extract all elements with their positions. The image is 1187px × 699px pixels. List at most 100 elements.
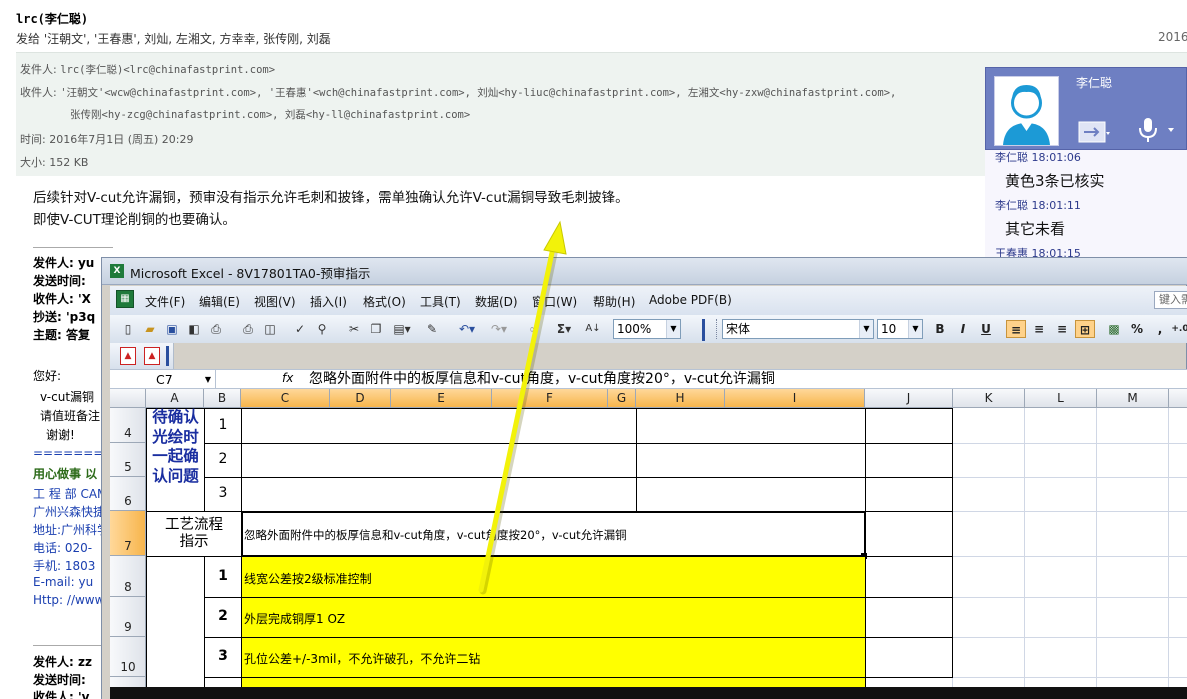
sig-line-7[interactable]: E-mail: yu: [33, 575, 93, 589]
to-value-2[interactable]: 张传刚<hy-zcg@chinafastprint.com>, 刘磊<hy-ll…: [70, 109, 470, 121]
column-header[interactable]: F: [492, 389, 608, 408]
pdf-email-icon[interactable]: ▲: [144, 347, 160, 365]
cell-j7[interactable]: [865, 511, 953, 557]
menu-data[interactable]: 数据(D): [475, 293, 518, 310]
menu-help[interactable]: 帮助(H): [593, 293, 635, 310]
from-value[interactable]: lrc(李仁聪)<lrc@chinafastprint.com>: [60, 64, 275, 76]
cell-j4[interactable]: [865, 408, 953, 444]
new-icon[interactable]: ▯: [120, 320, 136, 338]
column-header[interactable]: J: [865, 389, 953, 408]
menu-view[interactable]: 视图(V): [254, 293, 296, 310]
zoom-select[interactable]: 100% ▼: [613, 319, 681, 339]
row-header[interactable]: 6: [110, 477, 146, 511]
column-header[interactable]: E: [391, 389, 492, 408]
align-right-icon[interactable]: ≡: [1052, 320, 1072, 338]
menu-insert[interactable]: 插入(I): [310, 293, 347, 310]
autosum-icon[interactable]: Σ▾: [552, 320, 576, 338]
quoted-line-2: 请值班备注: [40, 409, 101, 423]
column-header[interactable]: B: [204, 389, 241, 408]
menu-edit[interactable]: 编辑(E): [199, 293, 240, 310]
cell-h4-merged[interactable]: [636, 408, 866, 444]
column-header[interactable]: M: [1097, 389, 1169, 408]
toolbar-options-icon[interactable]: [166, 346, 169, 366]
help-search-input[interactable]: 键入需: [1154, 291, 1187, 309]
menu-window[interactable]: 窗口(W): [532, 293, 577, 310]
row-header[interactable]: 4: [110, 408, 146, 443]
underline-button[interactable]: U: [976, 320, 996, 338]
menu-tools[interactable]: 工具(T): [420, 293, 461, 310]
worksheet-grid[interactable]: A B C D E F G H I J K L M 4 5 6 7 8 9 10: [110, 389, 1187, 699]
row-header-selected[interactable]: 7: [110, 511, 146, 556]
align-left-icon[interactable]: ≡: [1006, 320, 1026, 338]
cell-c6-merged[interactable]: [241, 477, 637, 512]
open-folder-icon[interactable]: ▰: [142, 320, 158, 338]
format-painter-icon[interactable]: ✎: [424, 320, 440, 338]
zoom-value: 100%: [617, 322, 652, 336]
save-icon[interactable]: ▣: [164, 320, 180, 338]
cell-h5-merged[interactable]: [636, 443, 866, 478]
bold-button[interactable]: B: [930, 320, 950, 338]
select-all-corner[interactable]: [110, 389, 146, 408]
currency-icon[interactable]: ▩: [1104, 320, 1124, 338]
excel-title-bar[interactable]: X Microsoft Excel - 8V17801TA0-预审指示: [102, 258, 1187, 285]
column-header[interactable]: L: [1025, 389, 1097, 408]
research-icon[interactable]: ⚲: [314, 320, 330, 338]
undo-icon[interactable]: ↶▾: [454, 320, 480, 338]
row-header[interactable]: 8: [110, 556, 146, 597]
font-size-select[interactable]: 10 ▼: [877, 319, 923, 339]
percent-icon[interactable]: %: [1127, 320, 1147, 338]
toolbar-grip[interactable]: [716, 319, 719, 339]
to-value-1[interactable]: '汪朝文'<wcw@chinafastprint.com>, '王春惠'<wch…: [60, 87, 896, 99]
menu-adobe-pdf[interactable]: Adobe PDF(B): [649, 293, 732, 307]
column-header[interactable]: D: [330, 389, 391, 408]
avatar[interactable]: [994, 76, 1059, 146]
row-header[interactable]: 9: [110, 597, 146, 637]
cut-icon[interactable]: ✂: [346, 320, 362, 338]
toolbar-options-icon[interactable]: [702, 319, 705, 341]
function-icon[interactable]: fx: [282, 371, 293, 385]
align-center-icon[interactable]: ≡: [1029, 320, 1049, 338]
cell-j9[interactable]: [865, 597, 953, 638]
name-box[interactable]: C7 ▼: [110, 370, 216, 389]
print-preview-icon[interactable]: ◫: [262, 320, 278, 338]
transfer-file-icon[interactable]: [1078, 118, 1110, 148]
paste-icon[interactable]: ▤▾: [390, 320, 414, 338]
cell-j6[interactable]: [865, 477, 953, 512]
email-icon[interactable]: ⎙: [208, 320, 224, 338]
copy-icon[interactable]: ❐: [368, 320, 384, 338]
increase-decimal-icon[interactable]: +.0: [1170, 320, 1187, 338]
spelling-icon[interactable]: ✓: [292, 320, 308, 338]
cell-h6-merged[interactable]: [636, 477, 866, 512]
row-header[interactable]: 5: [110, 443, 146, 477]
cell-c4-merged[interactable]: [241, 408, 637, 444]
cell-c5-merged[interactable]: [241, 443, 637, 478]
column-header[interactable]: I: [725, 389, 865, 408]
comma-style-icon[interactable]: ,: [1150, 320, 1170, 338]
menu-file[interactable]: 文件(F): [145, 293, 185, 310]
font-name-select[interactable]: 宋体 ▼: [722, 319, 874, 339]
column-header[interactable]: H: [636, 389, 725, 408]
cell-j5[interactable]: [865, 443, 953, 478]
sig-line-8[interactable]: Http: //www: [33, 593, 104, 607]
sort-ascending-icon[interactable]: A↓: [584, 320, 602, 338]
permission-icon[interactable]: ◧: [186, 320, 202, 338]
menu-format[interactable]: 格式(O): [363, 293, 406, 310]
row-header[interactable]: 10: [110, 637, 146, 677]
column-header[interactable]: G: [608, 389, 636, 408]
workbook-icon[interactable]: ▦: [116, 290, 134, 308]
merge-center-icon[interactable]: ⊞: [1075, 320, 1095, 338]
microphone-icon[interactable]: [1136, 116, 1176, 148]
cell-a8-merged[interactable]: [146, 556, 205, 699]
column-header[interactable]: K: [953, 389, 1025, 408]
italic-button[interactable]: I: [953, 320, 973, 338]
hyperlink-icon[interactable]: ∞: [526, 320, 542, 338]
print-icon[interactable]: ⎙: [240, 320, 256, 338]
column-header[interactable]: [1169, 389, 1187, 408]
column-header-selected[interactable]: C: [241, 389, 330, 408]
formula-input[interactable]: 忽略外面附件中的板厚信息和v-cut角度，v-cut角度按20°，v-cut允许…: [309, 370, 775, 389]
column-header[interactable]: A: [146, 389, 204, 408]
redo-icon[interactable]: ↷▾: [486, 320, 512, 338]
pdf-convert-icon[interactable]: ▲: [120, 347, 136, 365]
cell-j10[interactable]: [865, 637, 953, 678]
cell-j8[interactable]: [865, 556, 953, 598]
